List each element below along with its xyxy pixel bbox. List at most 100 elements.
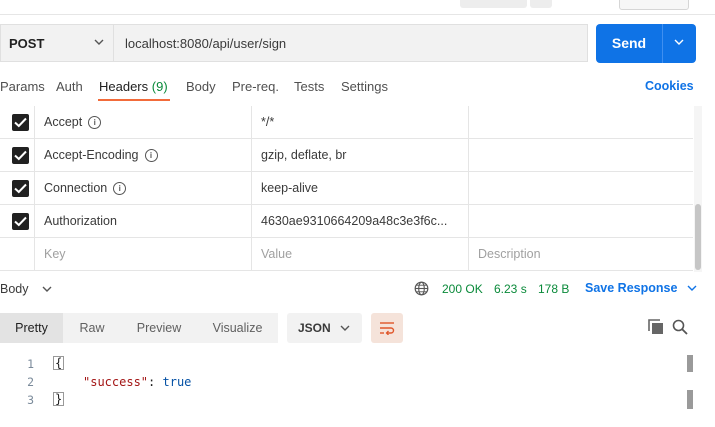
tab-params[interactable]: Params [0, 79, 45, 94]
chevron-down-icon [42, 286, 52, 292]
tab-settings[interactable]: Settings [341, 79, 388, 94]
cell-divider [251, 139, 252, 171]
line-number: 2 [27, 375, 34, 389]
tab-headers[interactable]: Headers (9) [99, 79, 168, 94]
cell-divider [34, 139, 35, 171]
response-view-tabs: Pretty Raw Preview Visualize [0, 313, 278, 343]
info-icon[interactable]: i [113, 182, 127, 195]
header-key: Connection [44, 181, 108, 195]
open-brace: { [53, 356, 65, 370]
method-select[interactable]: POST [0, 24, 113, 62]
cell-divider [468, 106, 469, 138]
checkmark-icon [14, 117, 27, 128]
format-select[interactable]: JSON [287, 313, 362, 343]
copy-icon[interactable] [648, 319, 664, 335]
table-row: Connection i keep-alive [0, 172, 693, 205]
url-input[interactable]: localhost:8080/api/user/sign [113, 24, 588, 62]
response-body-label: Body [0, 282, 29, 296]
header-key[interactable]: Authorization [44, 214, 117, 228]
line-number: 1 [27, 357, 34, 371]
json-value: true [162, 375, 192, 389]
checkmark-icon [14, 183, 27, 194]
wrap-lines-button[interactable] [371, 313, 403, 343]
status-code[interactable]: 200 OK [442, 282, 483, 296]
response-body-select[interactable]: Body [0, 282, 52, 296]
cell-divider [251, 106, 252, 138]
scrollbar-thumb[interactable] [695, 204, 701, 270]
toolbar-button[interactable] [619, 0, 689, 10]
chevron-down-icon [687, 285, 697, 291]
url-text: localhost:8080/api/user/sign [125, 35, 287, 51]
header-value[interactable]: gzip, deflate, br [261, 148, 346, 162]
cell-divider [34, 205, 35, 237]
header-key-cell[interactable]: Accept-Encoding i [44, 148, 158, 162]
format-label: JSON [298, 321, 331, 335]
description-placeholder[interactable]: Description [478, 247, 541, 261]
code-scrollbar[interactable] [687, 390, 693, 409]
send-divider [662, 24, 663, 63]
header-key-cell[interactable]: Connection i [44, 181, 127, 195]
search-icon[interactable] [672, 319, 688, 335]
cell-divider [468, 139, 469, 171]
key-placeholder[interactable]: Key [44, 247, 66, 261]
info-icon[interactable]: i [144, 149, 158, 162]
cell-divider [34, 238, 35, 270]
header-key: Accept-Encoding [44, 148, 139, 162]
cell-divider [251, 172, 252, 204]
row-checkbox[interactable] [12, 147, 29, 164]
code-scrollbar[interactable] [687, 355, 693, 372]
toolbar-button[interactable] [530, 0, 552, 8]
code-line: } [53, 392, 65, 406]
table-row: Accept-Encoding i gzip, deflate, br [0, 139, 693, 172]
headers-scrollbar[interactable] [694, 106, 702, 272]
json-key: "success" [83, 375, 149, 389]
save-response-label: Save Response [585, 281, 678, 295]
row-checkbox[interactable] [12, 180, 29, 197]
cell-divider [34, 172, 35, 204]
toolbar-button[interactable] [460, 0, 527, 8]
response-size[interactable]: 178 B [538, 282, 569, 296]
cell-divider [468, 205, 469, 237]
code-line: "success": true [83, 375, 191, 389]
cookies-link[interactable]: Cookies [645, 79, 694, 93]
header-value[interactable]: 4630ae9310664209a48c3e3f6c... [261, 214, 447, 228]
header-value[interactable]: keep-alive [261, 181, 318, 195]
tab-tests[interactable]: Tests [294, 79, 324, 94]
line-number: 3 [27, 393, 34, 407]
chevron-down-icon[interactable] [674, 39, 684, 46]
tab-pretty[interactable]: Pretty [0, 313, 63, 343]
header-key: Accept [44, 115, 83, 129]
cell-divider [468, 238, 469, 270]
cell-divider [251, 238, 252, 270]
top-toolbar-strip [0, 0, 715, 15]
code-line: { [53, 356, 65, 370]
tab-raw[interactable]: Raw [63, 313, 121, 343]
globe-icon[interactable] [414, 281, 429, 296]
tab-preview[interactable]: Preview [121, 313, 197, 343]
info-icon[interactable]: i [88, 116, 102, 129]
header-value[interactable]: */* [261, 115, 274, 129]
wrap-lines-icon [380, 322, 395, 335]
cell-divider [251, 205, 252, 237]
save-response-button[interactable]: Save Response [585, 281, 697, 295]
tab-headers-label: Headers [99, 79, 149, 94]
row-checkbox[interactable] [12, 213, 29, 230]
cell-divider [468, 172, 469, 204]
table-row: Accept i */* [0, 106, 693, 139]
tab-prereq[interactable]: Pre-req. [232, 79, 279, 94]
method-label: POST [9, 35, 45, 51]
table-row-empty: Key Value Description [0, 238, 693, 271]
header-key-cell[interactable]: Accept i [44, 115, 102, 129]
json-colon: : [148, 375, 156, 389]
send-label: Send [611, 35, 647, 51]
row-checkbox[interactable] [12, 114, 29, 131]
send-button[interactable]: Send [596, 24, 696, 63]
tab-visualize[interactable]: Visualize [197, 313, 278, 343]
chevron-down-icon [340, 325, 350, 331]
response-time[interactable]: 6.23 s [494, 282, 527, 296]
headers-count-badge: (9) [151, 79, 168, 94]
table-row: Authorization 4630ae9310664209a48c3e3f6c… [0, 205, 693, 238]
value-placeholder[interactable]: Value [261, 247, 292, 261]
tab-body[interactable]: Body [186, 79, 216, 94]
tab-auth[interactable]: Auth [56, 79, 83, 94]
